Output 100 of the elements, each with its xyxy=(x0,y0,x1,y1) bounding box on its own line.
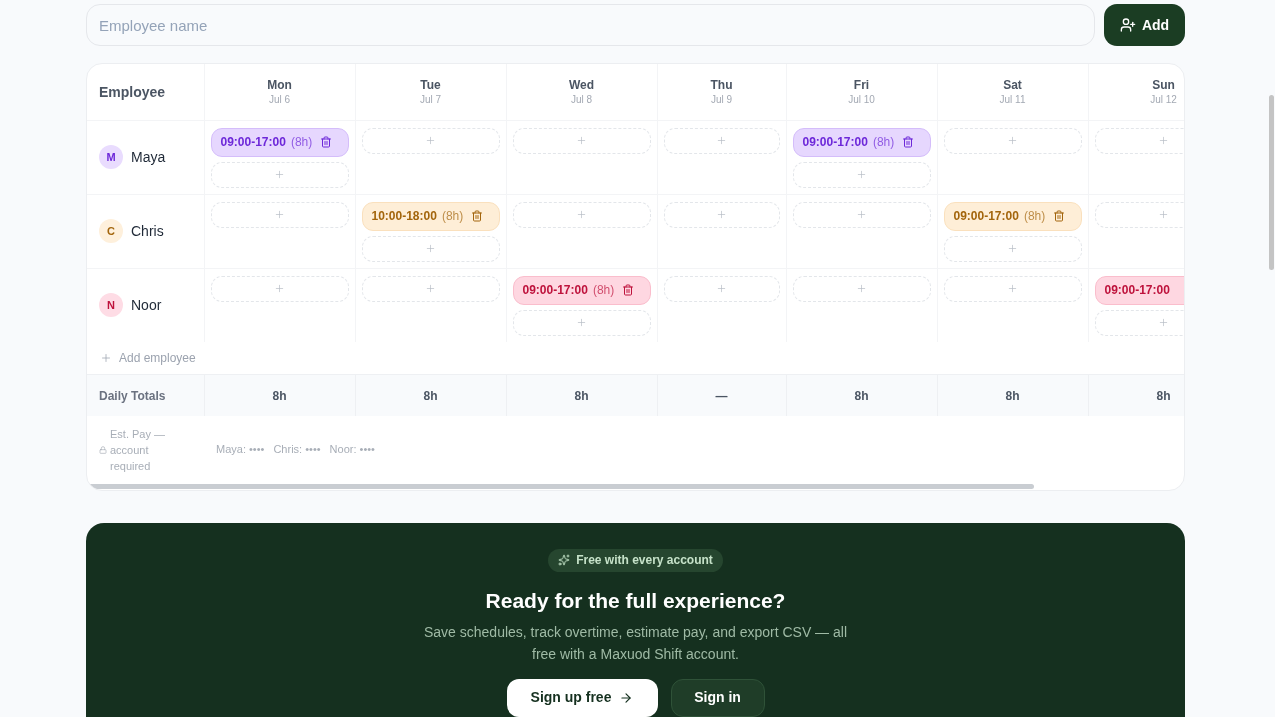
pay-estimate: Maya: •••• xyxy=(216,442,265,458)
add-shift-slot[interactable] xyxy=(663,127,780,154)
trash-icon[interactable] xyxy=(622,284,635,296)
plus-icon xyxy=(576,317,587,328)
day-name: Mon xyxy=(267,76,292,93)
employee-name: Maya xyxy=(131,147,166,167)
add-shift-slot[interactable] xyxy=(512,127,651,154)
plus-icon xyxy=(425,135,436,146)
day-date: Jul 10 xyxy=(848,92,875,107)
add-button[interactable]: Add xyxy=(1104,4,1185,46)
add-shift-slot[interactable] xyxy=(361,275,500,302)
plus-icon xyxy=(856,283,867,294)
plus-icon xyxy=(1007,135,1018,146)
pay-estimate: Noor: •••• xyxy=(329,442,375,458)
shift-time: 09:00-17:00 xyxy=(522,282,588,299)
banner-title: Ready for the full experience? xyxy=(485,587,786,614)
daily-total: 8h xyxy=(423,389,438,404)
add-shift-slot[interactable] xyxy=(663,275,780,302)
totals-label: Daily Totals xyxy=(99,389,166,404)
day-date: Jul 12 xyxy=(1150,92,1177,107)
daily-total: 8h xyxy=(854,389,869,404)
day-name: Sun xyxy=(1152,76,1175,93)
shift-hours: (8h) xyxy=(872,134,895,151)
trash-icon[interactable] xyxy=(902,136,915,148)
day-name: Wed xyxy=(568,76,595,93)
shift-time: 09:00-17:00 xyxy=(1104,282,1170,299)
plus-icon xyxy=(716,283,727,294)
add-shift-slot[interactable] xyxy=(792,275,931,302)
day-date: Jul 6 xyxy=(268,92,291,107)
plus-icon xyxy=(274,209,285,220)
add-shift-slot[interactable] xyxy=(361,127,500,154)
shift-hours: (8h) xyxy=(290,134,313,151)
lock-icon xyxy=(99,445,107,454)
add-shift-slot[interactable] xyxy=(792,201,931,228)
daily-total: 8h xyxy=(574,389,589,404)
plus-icon xyxy=(274,283,285,294)
add-shift-slot[interactable] xyxy=(210,161,349,188)
add-shift-slot[interactable] xyxy=(943,235,1082,262)
shift-time: 09:00-17:00 xyxy=(953,208,1019,225)
daily-total: 8h xyxy=(1005,389,1020,404)
add-shift-slot[interactable] xyxy=(210,275,349,302)
avatar: C xyxy=(99,219,123,243)
plus-icon xyxy=(716,135,727,146)
trash-icon[interactable] xyxy=(320,136,333,148)
day-name: Sat xyxy=(1003,76,1022,93)
plus-icon xyxy=(425,243,436,254)
column-heading: Employee xyxy=(99,83,166,100)
sign-up-button[interactable]: Sign up free xyxy=(506,678,658,717)
banner-description: Save schedules, track overtime, estimate pay, and export CSV — all free with a Maxuod Shift account. xyxy=(422,622,848,664)
free-note: Free with every account xyxy=(576,552,713,569)
shift-time: 09:00-17:00 xyxy=(802,134,868,151)
employee-name: Noor xyxy=(131,295,162,315)
avatar: N xyxy=(99,293,123,317)
plus-icon xyxy=(1158,209,1169,220)
plus-icon xyxy=(576,135,587,146)
page-scrollbar-thumb[interactable] xyxy=(1269,95,1274,270)
day-name: Thu xyxy=(710,76,733,93)
plus-icon xyxy=(100,351,112,364)
add-shift-slot[interactable] xyxy=(792,161,931,188)
day-date: Jul 8 xyxy=(570,92,593,107)
day-name: Tue xyxy=(420,76,441,93)
add-shift-slot[interactable] xyxy=(210,201,349,228)
daily-total: — xyxy=(715,389,728,404)
shift-time: 10:00-18:00 xyxy=(371,208,437,225)
plus-icon xyxy=(1007,283,1018,294)
day-date: Jul 11 xyxy=(999,92,1026,107)
employee-name-input[interactable]: Employee name xyxy=(86,4,1095,46)
plus-icon xyxy=(856,209,867,220)
est-pay-label: Est. Pay — account required xyxy=(110,426,167,474)
employee-name: Chris xyxy=(131,221,164,241)
pay-estimate: Chris: •••• xyxy=(273,442,321,458)
arrow-right-icon xyxy=(619,690,634,705)
sparkles-icon xyxy=(558,554,571,566)
trash-icon[interactable] xyxy=(1053,210,1066,222)
avatar: M xyxy=(99,145,123,169)
plus-icon xyxy=(274,169,285,180)
plus-icon xyxy=(1158,135,1169,146)
add-shift-slot[interactable] xyxy=(663,201,780,228)
plus-icon xyxy=(716,209,727,220)
add-shift-slot[interactable] xyxy=(361,235,500,262)
shift-hours: (8h) xyxy=(1023,208,1046,225)
add-shift-slot[interactable] xyxy=(512,201,651,228)
user-plus-icon xyxy=(1119,17,1136,33)
shift-time: 09:00-17:00 xyxy=(220,134,286,151)
plus-icon xyxy=(1158,317,1169,328)
plus-icon xyxy=(425,283,436,294)
daily-total: 8h xyxy=(1156,389,1171,404)
day-date: Jul 9 xyxy=(710,92,733,107)
shift-hours: (8h) xyxy=(592,282,615,299)
plus-icon xyxy=(1007,243,1018,254)
shift-hours: (8h) xyxy=(441,208,464,225)
plus-icon xyxy=(856,169,867,180)
day-name: Fri xyxy=(853,76,870,93)
sign-in-button[interactable]: Sign in xyxy=(670,678,765,717)
add-shift-slot[interactable] xyxy=(943,275,1082,302)
add-shift-slot[interactable] xyxy=(943,127,1082,154)
trash-icon[interactable] xyxy=(471,210,484,222)
day-date: Jul 7 xyxy=(419,92,442,107)
daily-total: 8h xyxy=(272,389,287,404)
add-shift-slot[interactable] xyxy=(512,309,651,336)
